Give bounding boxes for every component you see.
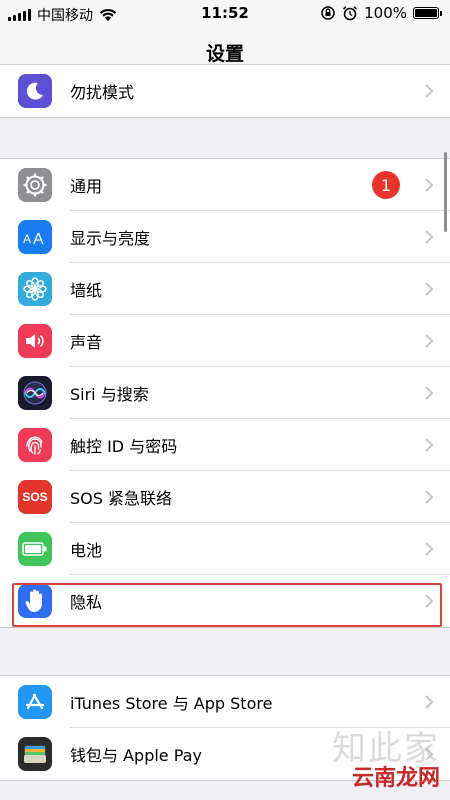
sos-icon-text: SOS <box>22 490 48 504</box>
row-label: 显示与亮度 <box>70 229 151 248</box>
moon-icon <box>18 74 52 108</box>
row-label: iTunes Store 与 App Store <box>70 694 273 713</box>
settings-group-main: 通用 1 A A 显示与亮度 墙纸 声音 Siri 与搜索 触控 ID 与密码 … <box>0 158 450 628</box>
svg-text:A: A <box>23 232 31 246</box>
status-right: 100% <box>320 4 442 22</box>
row-label: 声音 <box>70 333 103 352</box>
watermark: 知此家 云南龙网 <box>332 732 440 792</box>
text-size-icon: A A <box>18 220 52 254</box>
settings-row-display-brightness[interactable]: A A 显示与亮度 <box>0 211 450 263</box>
settings-row-wallpaper[interactable]: 墙纸 <box>0 263 450 315</box>
fingerprint-icon <box>18 428 52 462</box>
battery-icon <box>413 7 442 19</box>
battery-icon <box>18 532 52 566</box>
orientation-lock-icon <box>321 6 335 20</box>
siri-icon <box>18 376 52 410</box>
row-label: Siri 与搜索 <box>70 385 149 404</box>
row-label: 墙纸 <box>70 281 103 300</box>
wallet-icon <box>18 737 52 771</box>
row-label: 隐私 <box>70 593 103 612</box>
chevron-right-icon <box>425 438 434 452</box>
hand-icon <box>18 584 52 618</box>
app-store-icon <box>18 685 52 719</box>
settings-row-itunes-app-store[interactable]: iTunes Store 与 App Store <box>0 676 450 728</box>
row-label: 勿扰模式 <box>70 83 135 102</box>
settings-row-battery[interactable]: 电池 <box>0 523 450 575</box>
status-bar: 中国移动 11:52 100% <box>0 0 450 28</box>
settings-row-siri-search[interactable]: Siri 与搜索 <box>0 367 450 419</box>
page-title: 设置 <box>205 43 244 65</box>
svg-text:A: A <box>33 231 44 247</box>
gear-icon <box>18 168 52 202</box>
chevron-right-icon <box>425 282 434 296</box>
notification-badge: 1 <box>372 171 400 199</box>
chevron-right-icon <box>425 334 434 348</box>
row-label: 电池 <box>70 541 103 560</box>
settings-row-general[interactable]: 通用 1 <box>0 159 450 211</box>
settings-row-privacy[interactable]: 隐私 <box>0 575 450 627</box>
chevron-right-icon <box>425 386 434 400</box>
chevron-right-icon <box>425 542 434 556</box>
chevron-right-icon <box>425 695 434 709</box>
settings-row-sounds[interactable]: 声音 <box>0 315 450 367</box>
scroll-indicator[interactable] <box>444 152 447 232</box>
settings-row-touch-id-passcode[interactable]: 触控 ID 与密码 <box>0 419 450 471</box>
chevron-right-icon <box>425 594 434 608</box>
row-label: 钱包与 Apple Pay <box>70 746 202 765</box>
speaker-icon <box>18 324 52 358</box>
row-label: 通用 <box>70 177 103 196</box>
chevron-right-icon <box>425 178 434 192</box>
alarm-icon <box>343 6 358 21</box>
chevron-right-icon <box>425 84 434 98</box>
battery-percent: 100% <box>364 4 407 22</box>
row-label: 触控 ID 与密码 <box>70 437 178 456</box>
flower-icon <box>18 272 52 306</box>
settings-group-focus: 勿扰模式 <box>0 64 450 118</box>
settings-row-do-not-disturb[interactable]: 勿扰模式 <box>0 65 450 117</box>
settings-row-emergency-sos[interactable]: SOS SOS 紧急联络 <box>0 471 450 523</box>
row-label: SOS 紧急联络 <box>70 489 172 508</box>
chevron-right-icon <box>425 230 434 244</box>
sos-icon: SOS <box>18 480 52 514</box>
chevron-right-icon <box>425 490 434 504</box>
